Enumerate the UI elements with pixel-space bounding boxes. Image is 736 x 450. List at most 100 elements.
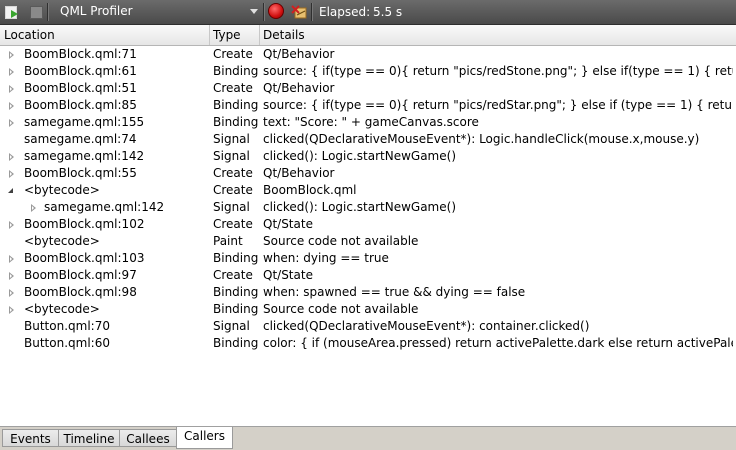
row-details: Qt/State (263, 268, 313, 282)
table-row[interactable]: BoomBlock.qml:98 Binding when: spawned =… (0, 284, 736, 301)
column-header-type[interactable]: Type (213, 28, 241, 42)
row-details: Qt/Behavior (263, 166, 335, 180)
expand-arrow-icon[interactable] (8, 301, 16, 318)
elapsed-label: Elapsed: (319, 5, 371, 19)
table-row[interactable]: BoomBlock.qml:85 Binding source: { if(ty… (0, 97, 736, 114)
row-location: <bytecode> (24, 302, 100, 316)
play-arrow-icon (11, 10, 18, 18)
expand-arrow-icon[interactable] (8, 267, 16, 284)
profiler-select[interactable]: QML Profiler (52, 2, 260, 21)
column-header-details[interactable]: Details (263, 28, 305, 42)
table-row[interactable]: <bytecode> Create BoomBlock.qml (0, 182, 736, 199)
expand-arrow-icon[interactable] (8, 63, 16, 80)
table-row[interactable]: BoomBlock.qml:102 Create Qt/State (0, 216, 736, 233)
tab-timeline[interactable]: Timeline (58, 429, 120, 447)
row-details: source: { if(type == 0){ return "pics/re… (263, 64, 733, 78)
row-details: clicked(): Logic.startNewGame() (263, 200, 456, 214)
row-location: BoomBlock.qml:71 (24, 47, 137, 61)
row-details: clicked(): Logic.startNewGame() (263, 149, 456, 163)
table-row[interactable]: BoomBlock.qml:51 Create Qt/Behavior (0, 80, 736, 97)
row-type: Create (213, 217, 253, 231)
toolbar-separator (47, 3, 49, 21)
row-location: samegame.qml:142 (24, 149, 145, 163)
row-location: BoomBlock.qml:102 (24, 217, 145, 231)
row-type: Binding (213, 98, 259, 112)
row-details: color: { if (mouseArea.pressed) return a… (263, 336, 733, 350)
tab-callees[interactable]: Callees (119, 429, 177, 447)
record-button[interactable] (268, 3, 284, 19)
table-row[interactable]: Button.qml:60 Binding color: { if (mouse… (0, 335, 736, 352)
row-location: samegame.qml:74 (24, 132, 137, 146)
table-row[interactable]: BoomBlock.qml:55 Create Qt/Behavior (0, 165, 736, 182)
row-location: BoomBlock.qml:55 (24, 166, 137, 180)
row-type: Paint (213, 234, 243, 248)
row-location: BoomBlock.qml:103 (24, 251, 145, 265)
row-type: Create (213, 183, 253, 197)
expand-arrow-icon[interactable] (8, 114, 16, 131)
column-divider[interactable] (209, 25, 210, 45)
expand-arrow-icon[interactable] (8, 284, 16, 301)
row-location: BoomBlock.qml:51 (24, 81, 137, 95)
expand-arrow-icon[interactable] (8, 165, 16, 182)
stop-icon (30, 6, 43, 19)
table-row[interactable]: samegame.qml:155 Binding text: "Score: "… (0, 114, 736, 131)
row-type: Binding (213, 64, 259, 78)
expand-arrow-icon[interactable] (8, 80, 16, 97)
row-details: Qt/Behavior (263, 47, 335, 61)
row-type: Create (213, 166, 253, 180)
detach-button[interactable] (290, 3, 308, 21)
column-divider[interactable] (259, 25, 260, 45)
collapse-arrow-icon[interactable] (8, 182, 16, 199)
jump-to-source-button[interactable] (4, 4, 20, 20)
toolbar-separator (311, 3, 313, 21)
column-header-location[interactable]: Location (4, 28, 55, 42)
clear-button[interactable] (28, 4, 44, 20)
table-row[interactable]: Button.qml:70 Signal clicked(QDeclarativ… (0, 318, 736, 335)
table-row[interactable]: samegame.qml:142 Signal clicked(): Logic… (0, 148, 736, 165)
table-row[interactable]: BoomBlock.qml:97 Create Qt/State (0, 267, 736, 284)
row-location: Button.qml:60 (24, 336, 110, 350)
expand-arrow-icon[interactable] (8, 148, 16, 165)
table-row[interactable]: samegame.qml:74 Signal clicked(QDeclarat… (0, 131, 736, 148)
tab-callers[interactable]: Callers (176, 427, 233, 449)
row-location: BoomBlock.qml:85 (24, 98, 137, 112)
expand-arrow-icon[interactable] (8, 97, 16, 114)
row-location: BoomBlock.qml:61 (24, 64, 137, 78)
table-row[interactable]: <bytecode> Paint Source code not availab… (0, 233, 736, 250)
expand-arrow-icon[interactable] (8, 250, 16, 267)
table-row[interactable]: <bytecode> Binding Source code not avail… (0, 301, 736, 318)
callers-table: BoomBlock.qml:71 Create Qt/Behavior Boom… (0, 46, 736, 352)
table-row[interactable]: BoomBlock.qml:103 Binding when: dying ==… (0, 250, 736, 267)
table-row[interactable]: BoomBlock.qml:71 Create Qt/Behavior (0, 46, 736, 63)
row-details: when: spawned == true && dying == false (263, 285, 526, 299)
table-row[interactable]: samegame.qml:142 Signal clicked(): Logic… (0, 199, 736, 216)
expand-arrow-icon[interactable] (8, 46, 16, 63)
row-type: Signal (213, 132, 250, 146)
row-type: Binding (213, 302, 259, 316)
row-location: samegame.qml:142 (44, 200, 165, 214)
row-location: BoomBlock.qml:98 (24, 285, 137, 299)
row-location: Button.qml:70 (24, 319, 110, 333)
row-details: BoomBlock.qml (263, 183, 357, 197)
row-details: Qt/State (263, 217, 313, 231)
row-details: Qt/Behavior (263, 81, 335, 95)
row-type: Signal (213, 200, 250, 214)
row-type: Create (213, 81, 253, 95)
row-location: BoomBlock.qml:97 (24, 268, 137, 282)
row-details: clicked(QDeclarativeMouseEvent*): Logic.… (263, 132, 700, 146)
expand-arrow-icon[interactable] (8, 216, 16, 233)
row-type: Create (213, 47, 253, 61)
table-header: Location Type Details (0, 25, 736, 46)
row-details: when: dying == true (263, 251, 389, 265)
table-row[interactable]: BoomBlock.qml:61 Binding source: { if(ty… (0, 63, 736, 80)
elapsed-value: 5.5 s (373, 5, 403, 19)
chevron-down-icon (250, 9, 258, 14)
toolbar-separator (263, 3, 265, 21)
row-details: Source code not available (263, 302, 419, 316)
row-details: clicked(QDeclarativeMouseEvent*): contai… (263, 319, 590, 333)
tab-events[interactable]: Events (2, 429, 59, 447)
row-details: source: { if(type == 0){ return "pics/re… (263, 98, 733, 112)
expand-arrow-icon[interactable] (30, 199, 38, 216)
profiler-select-label: QML Profiler (60, 4, 133, 18)
row-type: Binding (213, 336, 259, 350)
